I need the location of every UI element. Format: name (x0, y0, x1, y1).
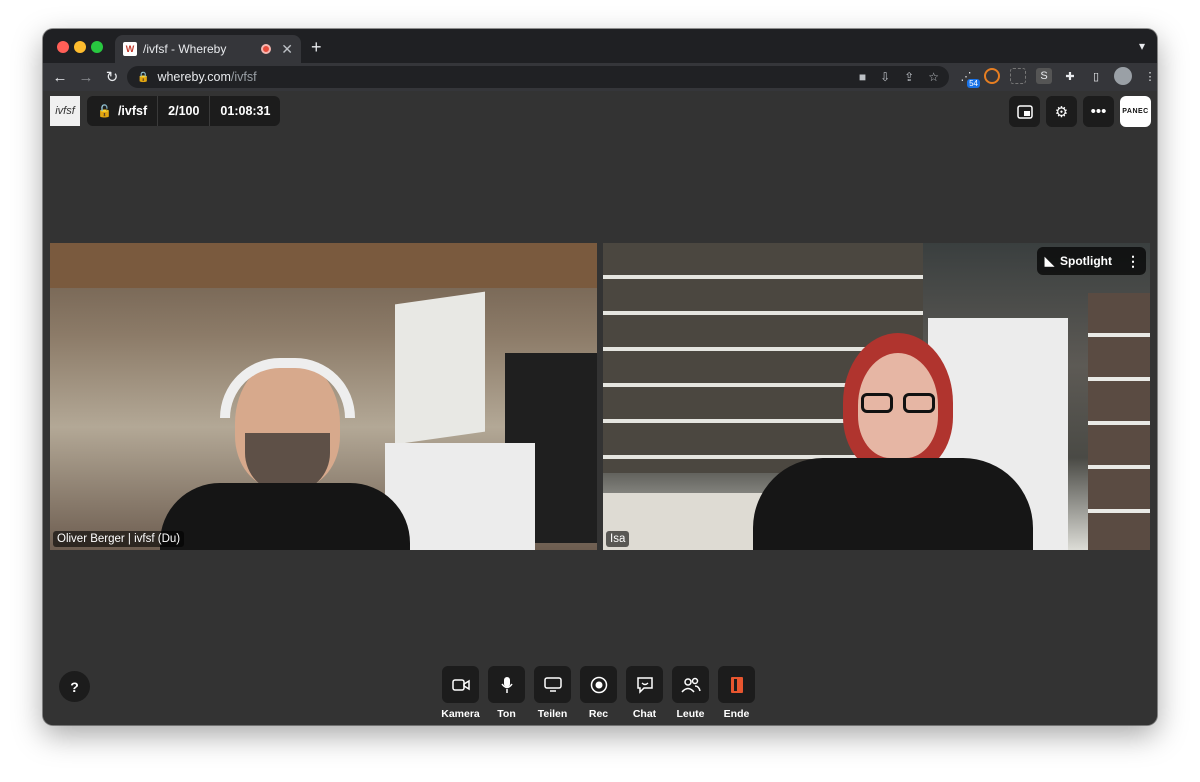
browser-tab[interactable]: W /ivfsf - Whereby ✕ (115, 35, 301, 63)
extension-badge: 54 (967, 79, 980, 88)
participant-name-isa: Isa (606, 531, 630, 547)
browser-window: W /ivfsf - Whereby ✕ + ▾ ← → ↻ 🔒 whereby… (43, 29, 1157, 725)
spotlight-button[interactable]: ◣ Spotlight ⋮ (1036, 247, 1146, 275)
recording-indicator-icon (261, 44, 272, 54)
tab-title: /ivfsf - Whereby (143, 42, 227, 56)
close-tab-icon[interactable]: ✕ (281, 41, 293, 58)
video-tile-isa[interactable]: ◣ Spotlight ⋮ Isa (603, 243, 1150, 550)
chat-label: Chat (632, 708, 657, 720)
tile-more-icon[interactable]: ⋮ (1126, 253, 1140, 270)
room-info-bar: 🔓 /ivfsf 2/100 01:08:31 (87, 96, 281, 126)
lock-icon: 🔒 (137, 71, 150, 83)
browser-toolbar: ← → ↻ 🔒 whereby.com /ivfsf ■ ⇩ ⇪ ☆ ⋰ 54 S… (43, 63, 1157, 91)
side-panel-icon[interactable]: ▯ (1088, 68, 1104, 84)
picture-in-picture-button[interactable] (1009, 96, 1040, 127)
extension-icon[interactable]: ⋰ 54 (958, 68, 980, 88)
tab-bar: W /ivfsf - Whereby ✕ + ▾ (43, 29, 1157, 63)
profile-avatar[interactable] (1114, 67, 1132, 85)
extensions-puzzle-icon[interactable]: ✚ (1062, 68, 1078, 84)
bookmark-star-icon[interactable]: ☆ (928, 70, 939, 84)
spotlight-label: Spotlight (1060, 254, 1112, 268)
browser-menu-icon[interactable]: ⋮ (1142, 68, 1157, 84)
record-label: Rec (588, 708, 609, 720)
unlocked-room-icon[interactable]: 🔓 (97, 104, 112, 118)
url-host: whereby.com (157, 70, 231, 84)
whereby-app: ivfsf 🔓 /ivfsf 2/100 01:08:31 ⚙ ••• PANE… (43, 91, 1157, 725)
monitor-icon (543, 676, 562, 692)
people-icon (680, 677, 701, 693)
glasses-right (903, 393, 935, 413)
microphone-button[interactable] (488, 666, 525, 703)
people-button[interactable] (672, 666, 709, 703)
url-path: /ivfsf (230, 70, 257, 84)
chat-bubble-icon (636, 676, 653, 694)
glasses-left (861, 393, 893, 413)
pip-icon (1016, 104, 1033, 119)
headphones (220, 358, 355, 418)
brand-logo: PANEC (1120, 96, 1151, 127)
room-logo: ivfsf (50, 96, 80, 126)
end-label: Ende (723, 708, 750, 720)
camera-button[interactable] (442, 666, 479, 703)
gear-icon: ⚙ (1054, 103, 1069, 121)
forward-icon[interactable]: → (73, 69, 99, 86)
person-top (753, 458, 1033, 550)
people-control[interactable]: Leute (672, 666, 709, 720)
person-shirt (160, 483, 410, 550)
maximize-window-button[interactable] (91, 41, 103, 53)
settings-button[interactable]: ⚙ (1046, 96, 1077, 127)
reload-icon[interactable]: ↻ (99, 68, 125, 86)
help-button[interactable]: ? (59, 671, 90, 702)
share-control[interactable]: Teilen (534, 666, 571, 720)
screenshot-extension-icon[interactable] (1010, 68, 1026, 84)
sound-control[interactable]: Ton (488, 666, 525, 720)
s-extension-icon[interactable]: S (1036, 68, 1052, 84)
leave-door-icon (730, 676, 743, 693)
ceiling-beams (50, 243, 597, 288)
share-label: Teilen (537, 708, 568, 720)
minimize-window-button[interactable] (74, 41, 86, 53)
people-label: Leute (676, 708, 705, 720)
share-icon[interactable]: ⇪ (904, 70, 914, 84)
sound-label: Ton (497, 708, 516, 720)
spotlight-icon: ◣ (1044, 254, 1055, 268)
meeting-timer: 01:08:31 (209, 96, 280, 126)
participant-name-self: Oliver Berger | ivfsf (Du) (53, 531, 185, 547)
close-window-button[interactable] (57, 41, 69, 53)
camera-label: Kamera (441, 708, 480, 720)
chat-button[interactable] (626, 666, 663, 703)
record-button[interactable] (580, 666, 617, 703)
room-name: /ivfsf (117, 104, 148, 118)
top-right-controls: ⚙ ••• PANEC (1009, 96, 1151, 127)
camera-permission-icon[interactable]: ■ (859, 70, 866, 84)
address-bar[interactable]: 🔒 whereby.com /ivfsf ■ ⇩ ⇪ ☆ (127, 66, 949, 88)
new-tab-button[interactable]: + (311, 37, 322, 58)
microphone-icon (500, 676, 513, 693)
video-camera-icon (451, 678, 470, 691)
back-icon[interactable]: ← (47, 69, 73, 86)
more-options-button[interactable]: ••• (1083, 96, 1114, 127)
record-icon (590, 676, 607, 693)
tab-search-chevron-icon[interactable]: ▾ (1139, 39, 1145, 53)
whiteboard (395, 291, 485, 445)
meeting-controls: Kamera Ton Teilen Rec Chat Leute Ende (441, 666, 755, 720)
video-tile-self[interactable]: Oliver Berger | ivfsf (Du) (50, 243, 597, 550)
camera-control[interactable]: Kamera (441, 666, 480, 720)
whereby-favicon-icon: W (123, 42, 137, 56)
color-picker-extension-icon[interactable] (984, 68, 1000, 84)
side-bookshelf (1088, 293, 1150, 550)
screen-share-button[interactable] (534, 666, 571, 703)
install-app-icon[interactable]: ⇩ (880, 70, 890, 84)
chat-control[interactable]: Chat (626, 666, 663, 720)
more-dots-icon: ••• (1090, 103, 1107, 120)
end-control[interactable]: Ende (718, 666, 755, 720)
participant-count: 2/100 (157, 96, 209, 126)
end-call-button[interactable] (718, 666, 755, 703)
record-control[interactable]: Rec (580, 666, 617, 720)
